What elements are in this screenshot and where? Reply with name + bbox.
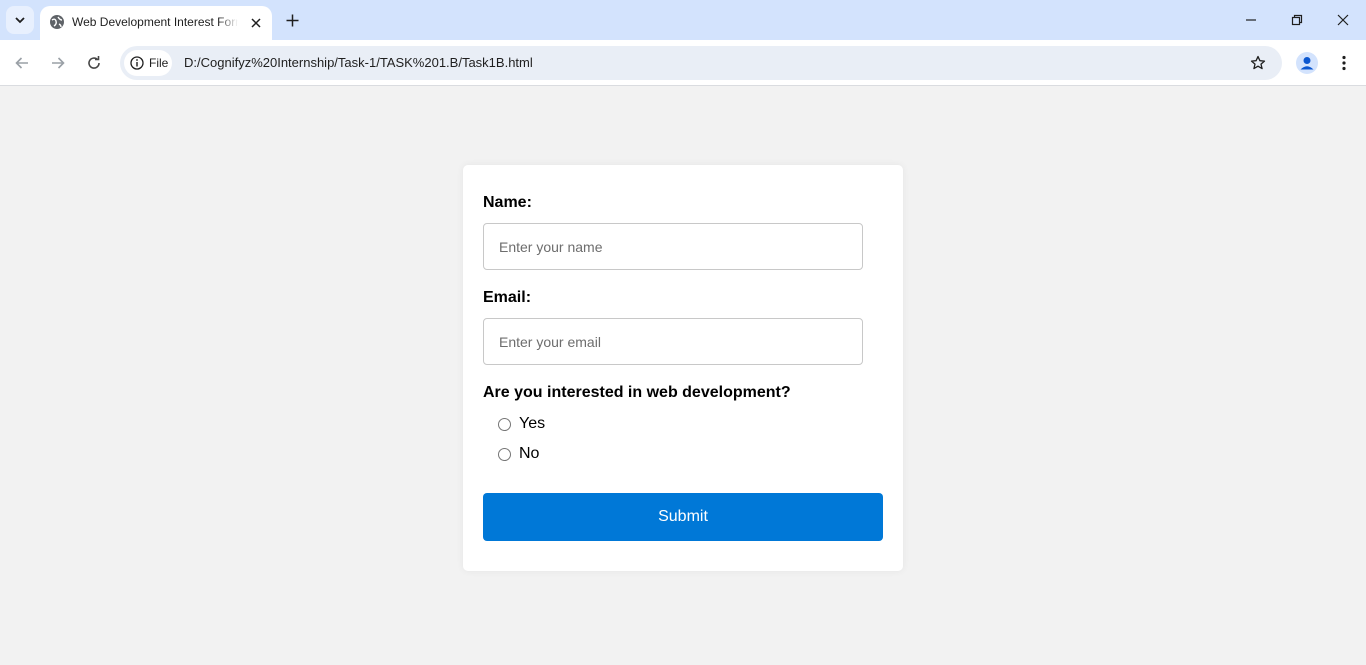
name-input[interactable] <box>483 223 863 270</box>
form-card: Name: Email: Are you interested in web d… <box>463 165 903 571</box>
bookmark-button[interactable] <box>1248 53 1268 73</box>
menu-icon <box>1342 55 1346 71</box>
radio-label-yes: Yes <box>519 415 546 432</box>
address-bar[interactable]: File D:/Cognifyz%20Internship/Task-1/TAS… <box>120 46 1282 80</box>
forward-button[interactable] <box>44 49 72 77</box>
url-text: D:/Cognifyz%20Internship/Task-1/TASK%201… <box>184 55 533 70</box>
star-icon <box>1250 55 1266 70</box>
reload-icon <box>88 56 100 69</box>
restore-icon <box>1291 14 1303 26</box>
window-close-icon <box>1337 14 1349 26</box>
globe-icon <box>50 15 64 29</box>
tab-strip: Web Development Interest Form <box>0 0 1366 40</box>
minimize-icon <box>1246 19 1256 21</box>
chevron-down-icon <box>15 17 25 24</box>
browser-tab[interactable]: Web Development Interest Form <box>40 6 272 40</box>
radio-label-no: No <box>519 445 540 462</box>
new-tab-button[interactable] <box>280 8 304 32</box>
submit-button[interactable]: Submit <box>483 493 883 541</box>
browser-menu-button[interactable] <box>1334 52 1354 74</box>
tab-close-button[interactable] <box>246 13 266 33</box>
window-close-button[interactable] <box>1320 0 1366 40</box>
interest-question: Are you interested in web development? <box>483 384 791 401</box>
plus-icon <box>286 14 298 26</box>
radio-option-no[interactable]: No <box>498 445 539 463</box>
radio-yes[interactable] <box>498 417 511 431</box>
info-icon <box>130 56 144 70</box>
minimize-button[interactable] <box>1228 0 1274 40</box>
radio-no[interactable] <box>498 447 511 461</box>
site-info-chip[interactable]: File <box>124 50 172 76</box>
radio-option-yes[interactable]: Yes <box>498 415 545 433</box>
profile-button[interactable] <box>1296 52 1318 74</box>
tab-search-button[interactable] <box>6 6 34 34</box>
url-chip-label: File <box>149 56 169 70</box>
back-button[interactable] <box>8 49 36 77</box>
close-icon <box>251 18 261 28</box>
tab-title: Web Development Interest Form <box>72 15 238 29</box>
restore-button[interactable] <box>1274 0 1320 40</box>
forward-icon <box>52 57 65 69</box>
reload-button[interactable] <box>80 49 108 77</box>
name-label: Name: <box>483 194 532 211</box>
profile-icon <box>1300 57 1314 70</box>
back-icon <box>15 57 28 69</box>
browser-toolbar: File D:/Cognifyz%20Internship/Task-1/TAS… <box>0 40 1366 86</box>
email-label: Email: <box>483 289 532 306</box>
email-input[interactable] <box>483 318 863 365</box>
